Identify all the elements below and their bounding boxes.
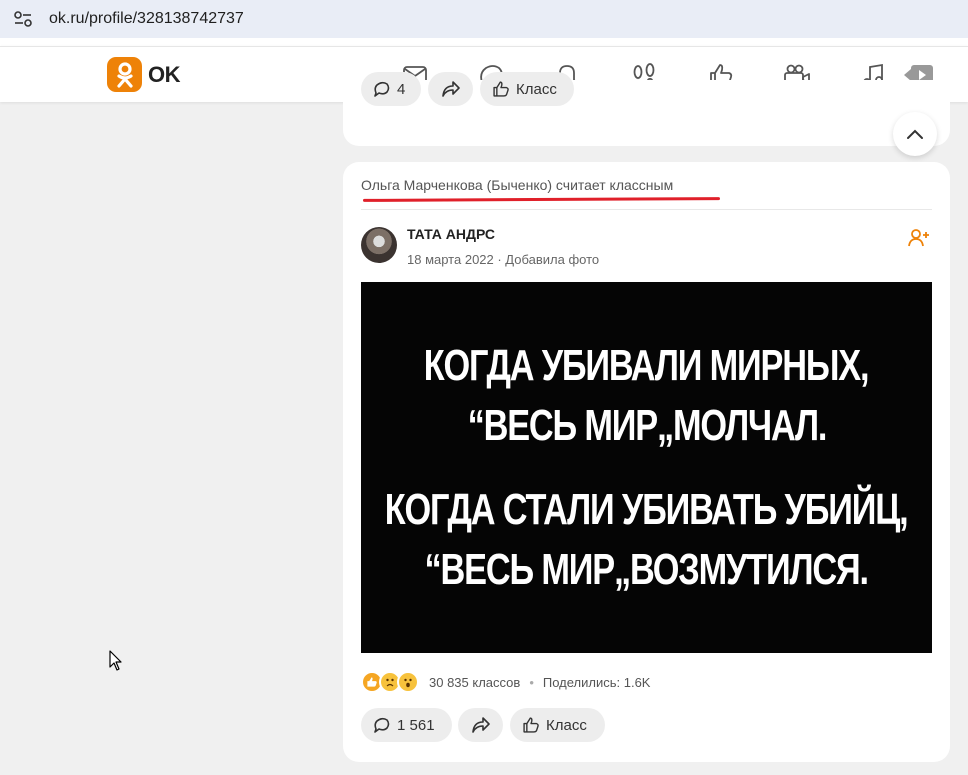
- photo-text-line: “ВЕСЬ МИР„МОЛЧАЛ.: [467, 400, 827, 450]
- comment-icon: [374, 717, 390, 733]
- avatar[interactable]: [361, 227, 397, 263]
- photo-text-line: КОГДА УБИВАЛИ МИРНЫХ,: [424, 340, 870, 390]
- scroll-to-top-button[interactable]: [893, 112, 937, 156]
- like-button[interactable]: Класс: [510, 708, 605, 742]
- author-name[interactable]: ТАТА АНДРС: [407, 226, 495, 242]
- post-stats: 30 835 классов • Поделились: 1.6K: [361, 669, 650, 695]
- comments-button[interactable]: 1 561: [361, 708, 452, 742]
- ok-logo-icon: [107, 57, 142, 92]
- browser-address-bar: ok.ru/profile/328138742737: [0, 0, 968, 46]
- comments-count: 1 561: [397, 716, 435, 734]
- url-text[interactable]: ok.ru/profile/328138742737: [49, 10, 244, 28]
- site-settings-icon[interactable]: [13, 9, 33, 29]
- share-button[interactable]: [458, 708, 503, 742]
- comments-button[interactable]: 4: [361, 72, 421, 106]
- comment-icon: [374, 81, 390, 97]
- post-photo[interactable]: КОГДА УБИВАЛИ МИРНЫХ, “ВЕСЬ МИР„МОЛЧАЛ. …: [361, 282, 932, 653]
- wow-reaction-icon[interactable]: [397, 671, 419, 693]
- like-button[interactable]: Класс: [480, 72, 574, 106]
- like-icon: [493, 81, 509, 97]
- ok-logo-text: OK: [148, 61, 181, 87]
- like-label: Класс: [516, 80, 557, 98]
- previous-post-card: 4 Класс: [343, 72, 950, 146]
- divider: [361, 209, 932, 210]
- photo-text-line: “ВЕСЬ МИР„ВОЗМУТИЛСЯ.: [424, 544, 870, 594]
- mouse-cursor-icon: [109, 650, 123, 677]
- share-icon: [441, 81, 460, 97]
- post-meta: 18 марта 2022 · Добавила фото: [407, 252, 600, 267]
- chevron-up-icon: [907, 129, 923, 139]
- add-friend-icon[interactable]: [908, 227, 930, 249]
- like-label: Класс: [546, 716, 587, 734]
- highlight-underline: [362, 197, 721, 202]
- feed-post-card: Ольга Марченкова (Быченко) считает класс…: [343, 162, 950, 762]
- photo-text-line: КОГДА СТАЛИ УБИВАТЬ УБИЙЦ,: [385, 484, 909, 534]
- liked-by-text[interactable]: Ольга Марченкова (Быченко) считает класс…: [361, 177, 673, 193]
- ok-logo[interactable]: OK: [107, 57, 181, 92]
- share-button[interactable]: [428, 72, 473, 106]
- separator-dot: •: [529, 674, 534, 690]
- comments-count: 4: [397, 80, 406, 98]
- shares-count[interactable]: Поделились: 1.6K: [543, 675, 651, 690]
- share-icon: [471, 717, 490, 733]
- like-icon: [523, 717, 539, 733]
- likes-count[interactable]: 30 835 классов: [429, 675, 520, 690]
